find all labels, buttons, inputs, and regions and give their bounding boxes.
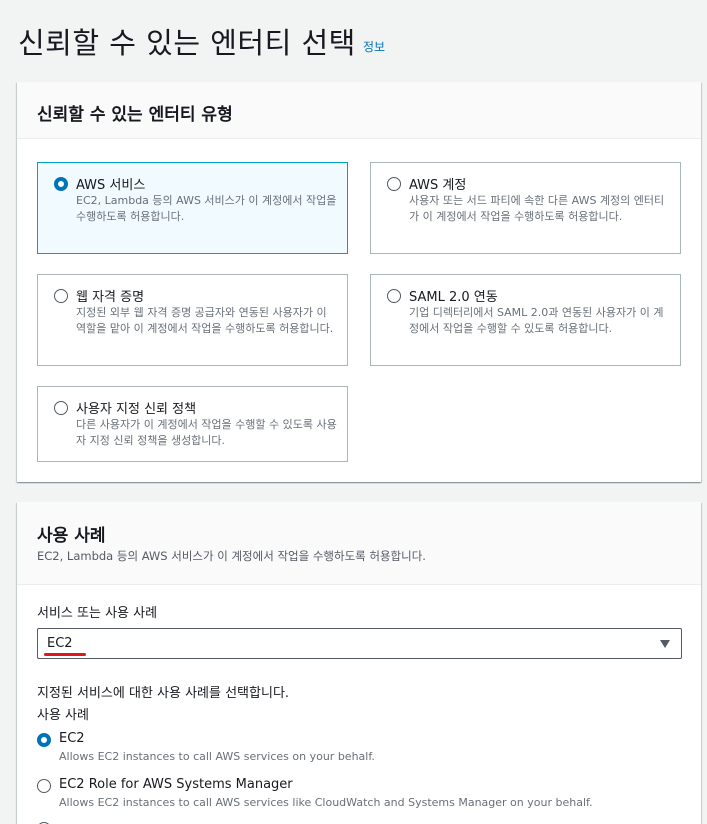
trusted-entity-type-title: 신뢰할 수 있는 엔터티 유형 xyxy=(37,105,233,125)
use-case-option-ec2[interactable]: EC2 Allows EC2 instances to call AWS ser… xyxy=(37,731,677,771)
use-case-option-description: Allows EC2 instances to call AWS service… xyxy=(59,750,375,763)
caret-down-icon xyxy=(660,640,670,648)
tile-description: 지정된 외부 웹 자격 증명 공급자와 연동된 사용자가 이 역할을 맡아 이 … xyxy=(76,306,334,335)
use-case-hint: 지정된 서비스에 대한 사용 사례를 선택합니다. xyxy=(37,686,290,701)
page: 신뢰할 수 있는 엔터티 선택 정보 신뢰할 수 있는 엔터티 유형 AWS 서… xyxy=(0,0,707,824)
tile-aws-service[interactable]: AWS 서비스 EC2, Lambda 등의 AWS 서비스가 이 계정에서 작… xyxy=(37,162,348,254)
panel-header xyxy=(17,502,701,585)
annotation-underline xyxy=(44,653,86,656)
service-select[interactable]: EC2 xyxy=(37,628,682,659)
tile-description: 사용자 또는 서드 파티에 속한 다른 AWS 계정의 엔터티가 이 계정에서 … xyxy=(409,194,665,223)
tile-aws-account[interactable]: AWS 계정 사용자 또는 서드 파티에 속한 다른 AWS 계정의 엔터티가 … xyxy=(370,162,681,254)
use-case-title: 사용 사례 xyxy=(37,526,106,546)
radio-saml-federation[interactable] xyxy=(387,289,401,303)
tile-description: 다른 사용자가 이 계정에서 작업을 수행할 수 있도록 사용자 지정 신뢰 정… xyxy=(76,418,337,447)
use-case-description: EC2, Lambda 등의 AWS 서비스가 이 계정에서 작업을 수행하도록… xyxy=(37,549,426,563)
use-case-sublabel: 사용 사례 xyxy=(37,708,89,723)
use-case-option-ec2-ssm[interactable]: EC2 Role for AWS Systems Manager Allows … xyxy=(37,777,677,817)
use-case-option-label: EC2 Role for AWS Systems Manager xyxy=(59,777,293,792)
service-select-value: EC2 xyxy=(47,636,73,651)
radio-use-case-ec2[interactable] xyxy=(37,733,51,747)
use-case-option-next[interactable] xyxy=(37,820,677,824)
use-case-option-description: Allows EC2 instances to call AWS service… xyxy=(59,796,593,809)
tile-label: SAML 2.0 연동 xyxy=(409,290,498,305)
radio-aws-account[interactable] xyxy=(387,177,401,191)
radio-aws-service[interactable] xyxy=(54,177,68,191)
use-case-panel: 사용 사례 EC2, Lambda 등의 AWS 서비스가 이 계정에서 작업을… xyxy=(17,502,701,824)
trusted-entity-type-panel: 신뢰할 수 있는 엔터티 유형 AWS 서비스 EC2, Lambda 등의 A… xyxy=(17,82,701,482)
service-field-label: 서비스 또는 사용 사례 xyxy=(37,606,158,621)
tile-description: EC2, Lambda 등의 AWS 서비스가 이 계정에서 작업을 수행하도록… xyxy=(76,194,337,223)
tile-label: AWS 서비스 xyxy=(76,178,146,193)
tile-saml-federation[interactable]: SAML 2.0 연동 기업 디렉터리에서 SAML 2.0과 연동된 사용자가… xyxy=(370,274,681,366)
radio-custom-trust-policy[interactable] xyxy=(54,401,68,415)
radio-use-case-ec2-ssm[interactable] xyxy=(37,779,51,793)
tile-label: AWS 계정 xyxy=(409,178,467,193)
page-title: 신뢰할 수 있는 엔터티 선택 xyxy=(18,26,356,60)
tile-web-identity[interactable]: 웹 자격 증명 지정된 외부 웹 자격 증명 공급자와 연동된 사용자가 이 역… xyxy=(37,274,348,366)
tile-label: 웹 자격 증명 xyxy=(76,290,145,305)
tile-custom-trust-policy[interactable]: 사용자 지정 신뢰 정책 다른 사용자가 이 계정에서 작업을 수행할 수 있도… xyxy=(37,386,348,462)
tile-label: 사용자 지정 신뢰 정책 xyxy=(76,402,197,417)
tile-description: 기업 디렉터리에서 SAML 2.0과 연동된 사용자가 이 계정에서 작업을 … xyxy=(409,306,664,335)
info-link[interactable]: 정보 xyxy=(363,38,385,55)
use-case-option-label: EC2 xyxy=(59,731,85,746)
radio-web-identity[interactable] xyxy=(54,289,68,303)
